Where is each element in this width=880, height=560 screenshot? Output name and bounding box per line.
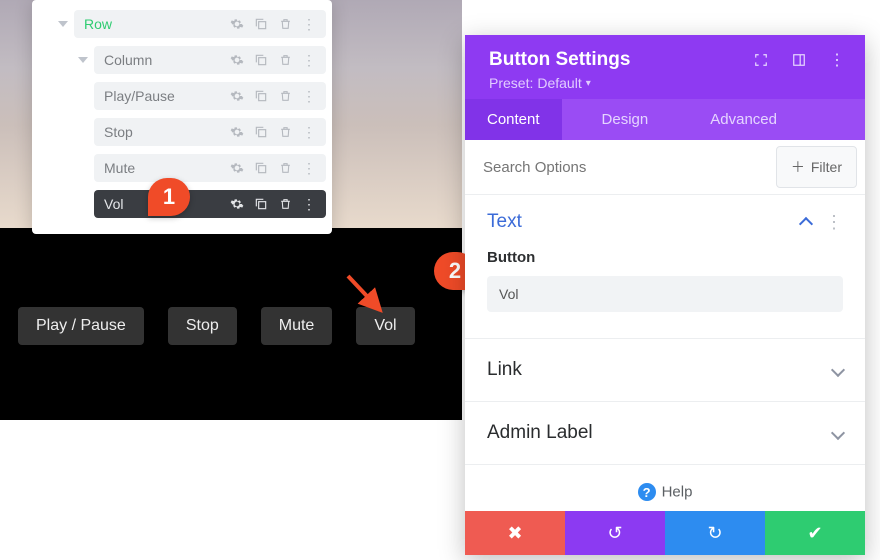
gear-icon[interactable] [230, 17, 244, 31]
structure-col-label: Column [104, 52, 152, 68]
settings-title: Button Settings [489, 49, 753, 71]
plus-icon: ＋ [791, 157, 805, 177]
save-button[interactable]: ✔ [765, 511, 865, 555]
preset-selector[interactable]: Preset: Default ▾ [489, 75, 845, 91]
close-icon: ✖ [507, 523, 522, 544]
focus-icon[interactable] [753, 52, 769, 68]
section-text[interactable]: Text ⋮ [465, 195, 865, 249]
button-text-input[interactable] [487, 276, 843, 312]
gear-icon[interactable] [230, 161, 244, 175]
settings-actions: ✖ ↺ ↻ ✔ [465, 511, 865, 555]
redo-icon: ↻ [707, 523, 722, 544]
cancel-button[interactable]: ✖ [465, 511, 565, 555]
structure-item-play-pause[interactable]: Play/Pause ⋮ [32, 78, 332, 114]
duplicate-icon[interactable] [254, 53, 268, 67]
settings-panel: Button Settings ⋮ Preset: Default ▾ Cont… [465, 35, 865, 555]
chevron-down-icon [831, 426, 845, 440]
duplicate-icon[interactable] [254, 89, 268, 103]
help-link[interactable]: ?Help [465, 469, 865, 511]
settings-tabs: Content Design Advanced [465, 99, 865, 140]
more-icon[interactable]: ⋮ [302, 197, 316, 211]
annotation-arrow-icon [344, 272, 390, 318]
collapse-icon[interactable] [58, 21, 68, 27]
trash-icon[interactable] [278, 53, 292, 67]
duplicate-icon[interactable] [254, 161, 268, 175]
gear-icon[interactable] [230, 53, 244, 67]
trash-icon[interactable] [278, 161, 292, 175]
preview-mute-button[interactable]: Mute [261, 307, 333, 345]
undo-icon: ↺ [607, 523, 622, 544]
chevron-down-icon [831, 363, 845, 377]
more-icon[interactable]: ⋮ [825, 212, 843, 233]
search-input[interactable] [465, 145, 776, 190]
gear-icon[interactable] [230, 89, 244, 103]
more-icon[interactable]: ⋮ [829, 52, 845, 68]
chevron-down-icon: ▾ [586, 78, 591, 89]
preview-stop-button[interactable]: Stop [168, 307, 237, 345]
more-icon[interactable]: ⋮ [302, 17, 316, 31]
more-icon[interactable]: ⋮ [302, 125, 316, 139]
section-link[interactable]: Link [465, 343, 865, 397]
structure-row-row[interactable]: Row ⋮ [32, 6, 332, 42]
field-label-button: Button [487, 249, 843, 266]
check-icon: ✔ [807, 523, 822, 544]
undo-button[interactable]: ↺ [565, 511, 665, 555]
help-icon: ? [638, 483, 656, 501]
structure-row-label: Row [84, 16, 112, 32]
tab-design[interactable]: Design [580, 99, 671, 140]
more-icon[interactable]: ⋮ [302, 53, 316, 67]
tab-content[interactable]: Content [465, 99, 562, 140]
trash-icon[interactable] [278, 125, 292, 139]
structure-item-stop[interactable]: Stop ⋮ [32, 114, 332, 150]
layout-icon[interactable] [791, 52, 807, 68]
annotation-marker-1: 1 [148, 178, 190, 216]
trash-icon[interactable] [278, 17, 292, 31]
duplicate-icon[interactable] [254, 197, 268, 211]
gear-icon[interactable] [230, 197, 244, 211]
collapse-icon[interactable] [78, 57, 88, 63]
preview-play-pause-button[interactable]: Play / Pause [18, 307, 144, 345]
chevron-up-icon [799, 217, 813, 231]
redo-button[interactable]: ↻ [665, 511, 765, 555]
trash-icon[interactable] [278, 197, 292, 211]
more-icon[interactable]: ⋮ [302, 89, 316, 103]
section-admin-label[interactable]: Admin Label [465, 406, 865, 460]
structure-row-column[interactable]: Column ⋮ [32, 42, 332, 78]
tab-advanced[interactable]: Advanced [688, 99, 799, 140]
duplicate-icon[interactable] [254, 125, 268, 139]
duplicate-icon[interactable] [254, 17, 268, 31]
more-icon[interactable]: ⋮ [302, 161, 316, 175]
trash-icon[interactable] [278, 89, 292, 103]
filter-button[interactable]: ＋ Filter [776, 146, 857, 188]
settings-header: Button Settings ⋮ Preset: Default ▾ [465, 35, 865, 99]
gear-icon[interactable] [230, 125, 244, 139]
